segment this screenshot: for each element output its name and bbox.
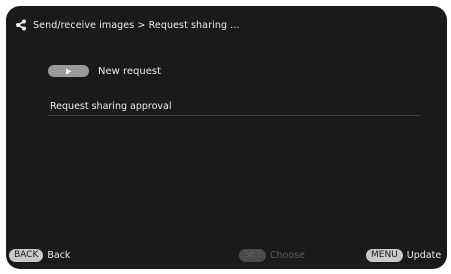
- new-request-item[interactable]: New request: [48, 65, 161, 77]
- back-button[interactable]: BACK Back: [9, 249, 70, 262]
- choose-label: Choose: [269, 250, 305, 261]
- approval-label: Request sharing approval: [50, 101, 172, 112]
- update-button[interactable]: MENU Update: [366, 249, 441, 262]
- play-icon: [48, 65, 89, 77]
- divider: [48, 115, 420, 116]
- back-label: Back: [47, 250, 71, 261]
- set-key: SET: [239, 249, 266, 262]
- new-request-label: New request: [98, 65, 162, 77]
- back-key: BACK: [9, 249, 44, 262]
- footer-bar: BACK Back SET Choose MENU Update: [6, 249, 447, 263]
- share-icon: [15, 19, 27, 31]
- choose-button: SET Choose: [239, 249, 305, 262]
- update-label: Update: [406, 250, 442, 261]
- request-sharing-approval-item[interactable]: Request sharing approval: [50, 101, 172, 112]
- breadcrumb: Send/receive images > Request sharing ..…: [15, 19, 240, 31]
- menu-key: MENU: [366, 249, 403, 262]
- camera-screen: Send/receive images > Request sharing ..…: [6, 6, 447, 269]
- breadcrumb-text: Send/receive images > Request sharing ..…: [33, 19, 240, 31]
